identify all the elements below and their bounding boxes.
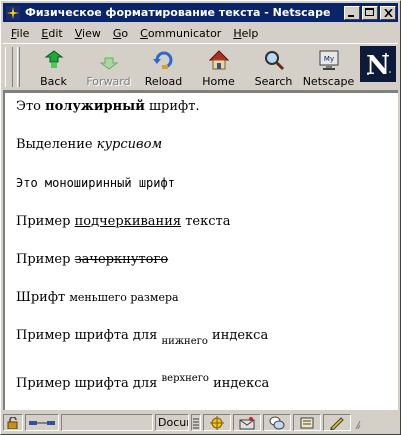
menu-communicator[interactable]: Communicator [132,27,225,40]
status-bar: Docun [3,412,398,433]
connection-plug-icon [25,414,59,431]
line-small: Шрифт меньшего размера [16,290,179,305]
menu-view-rest: iew [82,26,101,40]
back-arrow-icon [42,48,66,72]
reload-button[interactable]: Reload [136,44,191,90]
minimize-button[interactable] [344,5,360,20]
home-icon [207,48,231,72]
netscape-logo[interactable]: N [360,46,396,82]
logo-letter: N [366,51,390,81]
maximize-icon [365,8,374,16]
search-icon [262,48,286,72]
netscape-icon-text: My [323,55,333,63]
window-title: Физическое форматирование текста - Netsc… [25,6,331,19]
line-subscript: Пример шрифта для нижнего индекса [16,328,269,347]
menu-bar: File Edit View Go Communicator Help [3,24,398,42]
my-netscape-icon: My [317,48,341,72]
menu-go-rest: o [121,26,129,40]
menu-communicator-rest: ommunicator [147,26,222,40]
back-button[interactable]: Back [26,44,81,90]
minimize-icon [348,14,354,17]
netscape-n-logo-icon: N [360,46,396,82]
close-icon [383,8,393,17]
menu-edit[interactable]: Edit [33,27,66,40]
menu-file[interactable]: File [3,27,33,40]
netscape-app-icon [5,5,21,21]
menu-help[interactable]: Help [225,27,262,40]
title-bar[interactable]: Физическое форматирование текста - Netsc… [3,3,398,22]
security-lock-icon[interactable] [3,414,23,431]
toolbar-grip-2 [17,47,20,87]
menu-edit-rest: dit [48,26,63,40]
menu-file-rest: ile [16,26,30,40]
menu-go[interactable]: Go [105,27,132,40]
composer-component-icon[interactable] [323,414,351,431]
status-divider-icon [191,414,201,431]
forward-button[interactable]: Forward [81,44,136,90]
line-monospace: Это моноширинный шрифт [16,176,175,190]
reload-icon [152,48,176,72]
menu-view[interactable]: View [67,27,105,40]
netscape-button[interactable]: My Netscape [301,44,356,90]
page-content: Это полужирный шрифт. Выделение курсивом… [3,91,398,410]
forward-arrow-icon [97,48,121,72]
navigator-component-icon[interactable] [203,414,231,431]
toolbar-grip[interactable] [5,47,13,87]
line-strikethrough: Пример зачеркнутого [16,252,169,267]
address-book-icon[interactable] [293,414,321,431]
line-underline: Пример подчеркивания текста [16,214,231,229]
line-bold: Это полужирный шрифт. [16,99,200,114]
discussion-component-icon[interactable] [263,414,291,431]
line-italic: Выделение курсивом [16,137,163,152]
mail-component-icon[interactable] [233,414,261,431]
close-button[interactable] [380,5,396,20]
maximize-button[interactable] [362,5,378,20]
search-button[interactable]: Search [246,44,301,90]
navigation-toolbar: Back Forward Reload Home Search My Netsc… [3,43,398,91]
menu-help-rest: elp [241,26,259,40]
resize-grip-icon[interactable] [353,414,361,431]
progress-bar [61,414,153,431]
line-superscript: Пример шрифта для верхнего индекса [16,373,270,391]
browser-window: Физическое форматирование текста - Netsc… [0,0,401,435]
status-text: Docun [155,414,189,431]
home-button[interactable]: Home [191,44,246,90]
